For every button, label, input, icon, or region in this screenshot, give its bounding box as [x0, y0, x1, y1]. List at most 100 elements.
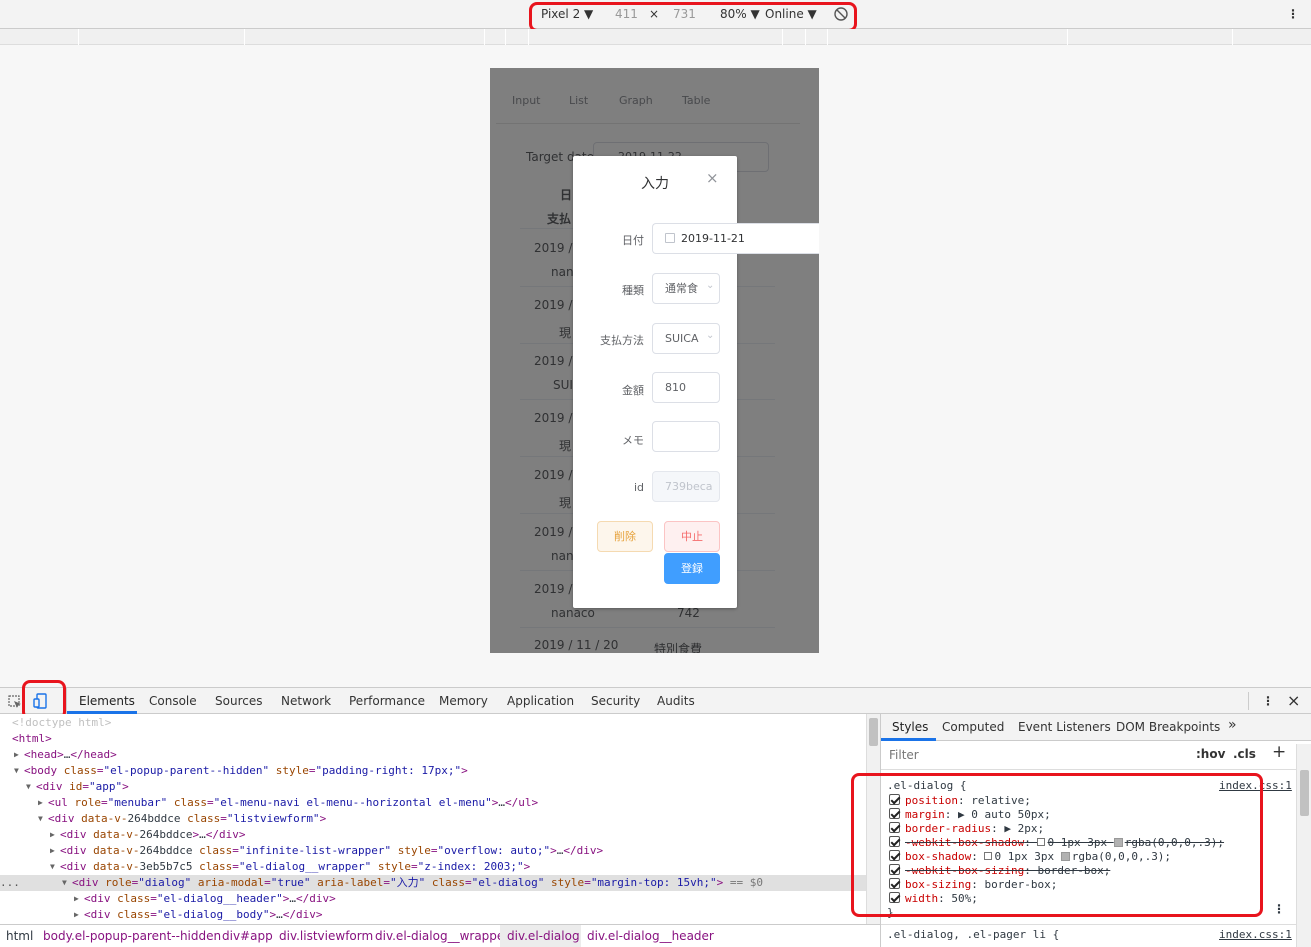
breadcrumb-item[interactable]: body.el-popup-parent--hidden	[43, 929, 221, 943]
declaration-checkbox[interactable]	[889, 850, 900, 861]
color-swatch[interactable]	[1113, 838, 1123, 847]
dom-node[interactable]: ▶ <ul role="menubar" class="el-menu-navi …	[0, 795, 866, 811]
shadow-editor-icon[interactable]	[1037, 838, 1046, 846]
dom-node[interactable]: ▶ <div data-v-264bddce class="infinite-li…	[0, 843, 866, 859]
css-declaration[interactable]: box-shadow: 0 1px 3px rgba(0,0,0,.3);	[889, 850, 1171, 864]
breadcrumb-item[interactable]: html	[6, 929, 33, 943]
color-swatch[interactable]	[1060, 852, 1070, 861]
dom-node-text: <ul role="menubar" class="el-menu-navi e…	[48, 796, 539, 809]
tab-computed[interactable]: Computed	[942, 720, 1004, 734]
expand-arrow-icon[interactable]: ▶	[74, 891, 79, 907]
rotate-icon[interactable]	[833, 6, 849, 25]
expand-arrow-icon[interactable]: ▼	[62, 875, 67, 891]
styles-filter-input[interactable]: Filter	[885, 745, 1185, 765]
hover-state-toggle[interactable]: :hov	[1196, 747, 1225, 761]
inspect-element-icon[interactable]	[8, 695, 22, 712]
tab-styles[interactable]: Styles	[892, 720, 928, 734]
class-toggle[interactable]: .cls	[1233, 747, 1256, 761]
more-tabs-icon[interactable]: »	[1228, 717, 1237, 733]
register-button[interactable]: 登録	[664, 553, 720, 584]
expand-arrow-icon[interactable]: ▶	[50, 827, 55, 843]
elements-tree[interactable]: <!doctype html> <html> ▶ <head>…</head> ▼ <bo…	[0, 714, 866, 924]
dom-node-text: <div role="dialog" aria-modal="true" ari…	[72, 876, 764, 889]
declaration-checkbox[interactable]	[889, 864, 900, 875]
tab-performance[interactable]: Performance	[349, 694, 425, 708]
declaration-checkbox[interactable]	[889, 836, 900, 847]
network-select[interactable]: Online ▼	[765, 7, 817, 21]
declaration-checkbox[interactable]	[889, 808, 900, 819]
dom-node[interactable]: ▶ <head>…</head>	[0, 747, 866, 763]
tab-event-listeners[interactable]: Event Listeners	[1018, 720, 1111, 734]
close-icon[interactable]: ×	[706, 169, 719, 187]
css-declaration[interactable]: -webkit-box-shadow: 0 1px 3px rgba(0,0,0…	[889, 836, 1224, 850]
breadcrumb-item[interactable]: div.el-dialog__wrapper	[375, 929, 509, 943]
expand-arrow-icon[interactable]: ▶	[50, 843, 55, 859]
tab-network[interactable]: Network	[281, 694, 331, 708]
css-declaration[interactable]: width: 50%;	[889, 892, 978, 906]
css-declaration[interactable]: box-sizing: border-box;	[889, 878, 1057, 892]
width-input[interactable]: 411	[615, 7, 638, 21]
expand-arrow-icon[interactable]: ▶	[38, 795, 43, 811]
dom-node[interactable]: ▼ <div id="app">	[0, 779, 866, 795]
zoom-select[interactable]: 80% ▼	[720, 7, 760, 21]
declaration-checkbox[interactable]	[889, 822, 900, 833]
dom-node-text: <div data-v-264bddce>…</div>	[60, 828, 246, 841]
dom-node[interactable]: ▶ <div data-v-264bddce>…</div>	[0, 827, 866, 843]
dom-node[interactable]: <html>	[0, 731, 866, 747]
expand-arrow-icon[interactable]: ▼	[50, 859, 55, 875]
css-declaration[interactable]: border-radius: ▶ 2px;	[889, 822, 1044, 836]
tab-security[interactable]: Security	[591, 694, 640, 708]
breadcrumb-item[interactable]: div.el-dialog__header	[587, 929, 714, 943]
declaration-checkbox[interactable]	[889, 892, 900, 903]
tab-elements[interactable]: Elements	[79, 694, 135, 708]
dom-node[interactable]: ▶ <div class="el-dialog__body">…</div>	[0, 907, 866, 923]
dom-node[interactable]: ▼ <div data-v-264bddce class="listviewfor…	[0, 811, 866, 827]
pane-menu-icon[interactable]: ⋮	[1273, 902, 1285, 916]
expand-arrow-icon[interactable]: ▶	[14, 747, 19, 763]
expand-arrow-icon[interactable]: ▼	[26, 779, 31, 795]
dom-node[interactable]: ▶ <div class="el-dialog__header">…</div>	[0, 891, 866, 907]
tab-memory[interactable]: Memory	[439, 694, 488, 708]
breadcrumb-item[interactable]: div#app	[222, 929, 273, 943]
rule-source-link[interactable]: index.css:1	[1219, 779, 1292, 793]
expand-arrow-icon[interactable]: ▶	[74, 907, 79, 923]
date-field[interactable]: 2019-11-21	[652, 223, 819, 254]
cancel-button[interactable]: 中止	[664, 521, 720, 552]
tab-sources[interactable]: Sources	[215, 694, 262, 708]
tab-console[interactable]: Console	[149, 694, 197, 708]
amount-input[interactable]: 810	[652, 372, 720, 403]
breadcrumb-item-selected[interactable]: div.el-dialog	[507, 929, 580, 943]
close-devtools-icon[interactable]: ×	[1287, 691, 1300, 710]
id-value: 739beca	[665, 480, 713, 493]
delete-button[interactable]: 削除	[597, 521, 653, 552]
css-declaration[interactable]: -webkit-box-sizing: border-box;	[889, 864, 1110, 878]
next-rule-source-link[interactable]: index.css:1	[1219, 928, 1292, 942]
breadcrumb-item[interactable]: div.listviewform	[279, 929, 373, 943]
tab-dom-breakpoints[interactable]: DOM Breakpoints	[1116, 720, 1220, 734]
dom-node[interactable]: <!doctype html>	[0, 715, 866, 731]
device-select[interactable]: Pixel 2 ▼	[541, 7, 593, 21]
height-input[interactable]: 731	[673, 7, 696, 21]
declaration-checkbox[interactable]	[889, 794, 900, 805]
new-rule-icon[interactable]: +	[1272, 742, 1286, 762]
css-declaration[interactable]: position: relative;	[889, 794, 1031, 808]
more-options-icon[interactable]: ⋮	[1287, 7, 1299, 21]
css-declaration[interactable]: margin: ▶ 0 auto 50px;	[889, 808, 1051, 822]
tab-audits[interactable]: Audits	[657, 694, 695, 708]
device-screen: Input List Graph Table Target date 2019-…	[490, 68, 819, 653]
dom-node[interactable]: ▼ <div data-v-3eb5b7c5 class="el-dialog__…	[0, 859, 866, 875]
styles-scrollbar[interactable]	[1296, 744, 1311, 947]
elements-scrollbar[interactable]	[866, 714, 880, 924]
ellipsis-icon[interactable]: ...	[0, 875, 20, 891]
devtools-menu-icon[interactable]: ⋮	[1262, 694, 1274, 708]
dom-node[interactable]: ▼ <body class="el-popup-parent--hidden" s…	[0, 763, 866, 779]
expand-arrow-icon[interactable]: ▼	[14, 763, 19, 779]
dom-node-text: <div data-v-264bddce class="infinite-lis…	[60, 844, 604, 857]
memo-input[interactable]	[652, 421, 720, 452]
shadow-editor-icon[interactable]	[984, 852, 993, 860]
expand-arrow-icon[interactable]: ▼	[38, 811, 43, 827]
declaration-checkbox[interactable]	[889, 878, 900, 889]
dom-node-selected[interactable]: ... ▼ <div role="dialog" aria-modal="true"…	[0, 875, 866, 891]
device-toggle-icon[interactable]	[33, 693, 49, 712]
tab-application[interactable]: Application	[507, 694, 574, 708]
